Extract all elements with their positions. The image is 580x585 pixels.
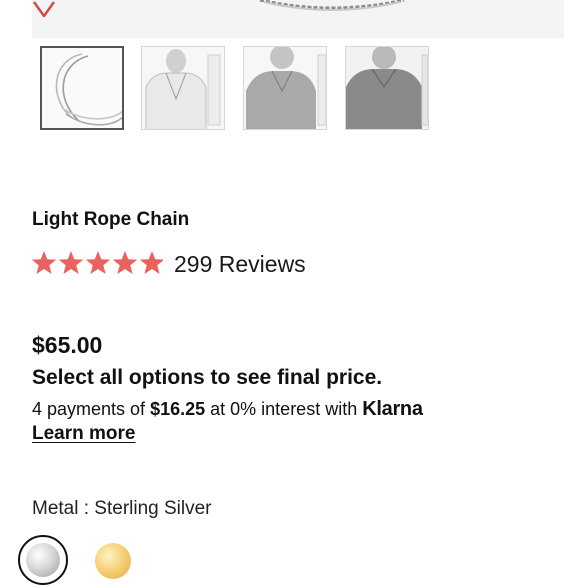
- star-icon: [139, 251, 163, 274]
- star-icon: [85, 251, 111, 274]
- product-main-image[interactable]: [32, 0, 564, 38]
- gold-swatch[interactable]: [95, 543, 131, 579]
- silver-swatch-fill: [26, 543, 60, 577]
- star-icon: [31, 251, 57, 274]
- wishlist-heart-icon[interactable]: [32, 0, 56, 18]
- star-icon: [58, 251, 84, 274]
- chain-image: [259, 0, 405, 11]
- learn-more-link[interactable]: Learn more: [32, 423, 135, 445]
- klarna-middle: at 0% interest with: [205, 399, 363, 419]
- metal-label: Metal : Sterling Silver: [32, 498, 212, 519]
- klarna-amount: $16.25: [150, 399, 206, 419]
- star-icon: [112, 251, 138, 274]
- reviews-link[interactable]: 299 Reviews: [174, 251, 306, 278]
- thumbnail-model-front[interactable]: [141, 46, 225, 130]
- silver-swatch[interactable]: [18, 535, 68, 585]
- options-note: Select all options to see final price.: [32, 366, 383, 389]
- thumbnail-model-shirt[interactable]: [345, 46, 429, 130]
- klarna-prefix: 4 payments of: [32, 399, 151, 419]
- star-rating-icons: [31, 251, 163, 274]
- product-title: Light Rope Chain: [32, 209, 190, 230]
- product-price: $65.00: [32, 332, 103, 358]
- thumbnail-model-neck[interactable]: [243, 46, 327, 130]
- thumbnail-chain-closeup[interactable]: [40, 46, 124, 130]
- klarna-logo: Klarna: [362, 398, 423, 420]
- klarna-financing: 4 payments of $16.25 at 0% interest with…: [32, 398, 423, 421]
